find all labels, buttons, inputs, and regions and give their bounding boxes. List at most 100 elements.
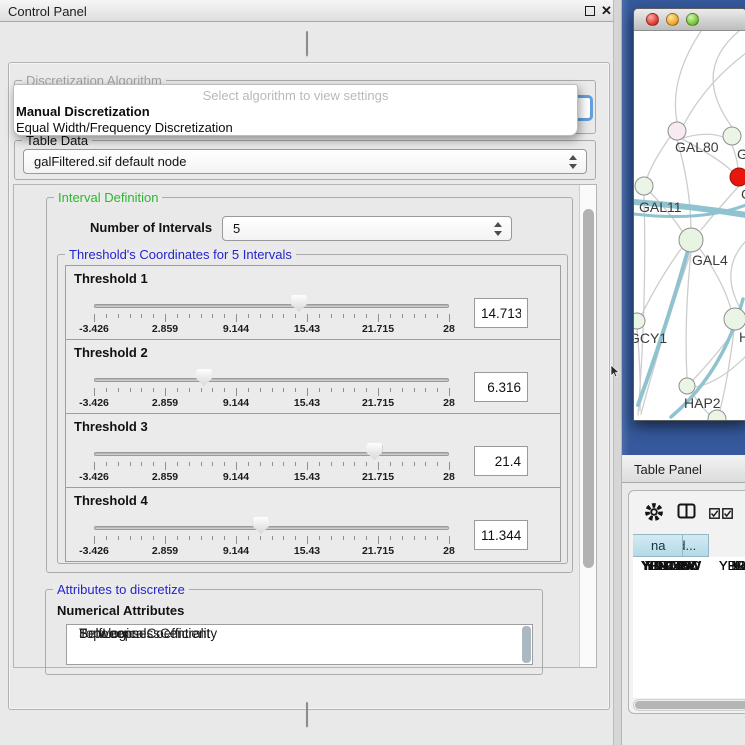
tab-select[interactable]: Select — [307, 32, 308, 47]
tab-network[interactable]: Network — [307, 32, 308, 47]
slider-tick — [201, 388, 202, 392]
slider-tick — [236, 462, 237, 470]
zoom-traffic-light-icon[interactable] — [686, 13, 699, 26]
tab-style[interactable]: Style — [307, 32, 308, 47]
threshold-value-input[interactable] — [474, 446, 528, 476]
slider-tick — [378, 462, 379, 470]
combo-stepper-icon — [569, 154, 578, 170]
horizontal-scrollbar[interactable] — [633, 699, 745, 711]
slider-tick — [212, 536, 213, 540]
threshold-slider[interactable]: -3.4262.8599.14415.4321.71528 — [66, 266, 466, 341]
slider-tick — [402, 536, 403, 540]
slider-tick — [94, 536, 95, 544]
network-node[interactable] — [723, 127, 741, 145]
network-canvas[interactable]: GAL80GACGAL11GAL4GCY1HHAP2 — [634, 31, 745, 420]
network-node[interactable] — [730, 168, 745, 186]
checkbox-icon[interactable] — [709, 508, 720, 519]
list-scrollbar-thumb[interactable] — [522, 626, 531, 663]
network-node[interactable] — [679, 228, 703, 252]
column-header-name[interactable]: na — [633, 534, 683, 557]
horizontal-scrollbar-thumb[interactable] — [635, 701, 745, 709]
table-row[interactable]: YIL052C YIL0 — [633, 557, 745, 574]
tab-cyni-toolbox[interactable]: Cyni Toolbox — [307, 32, 308, 47]
slider-tick — [319, 462, 320, 466]
slider-track[interactable] — [94, 304, 449, 308]
table-data-combobox[interactable]: galFiltered.sif default node — [23, 149, 587, 174]
numerical-attributes-list[interactable]: SelfLoopsTopologicalCoefficientBetweenne… — [66, 624, 533, 665]
slider-tick-label: 9.144 — [223, 545, 249, 557]
tab-discretize-data[interactable]: Discretize Data — [307, 703, 308, 718]
top-tab-row: NetworkStyleSelectCyni ToolboxjActiveMNo… — [0, 31, 613, 57]
slider-tick — [437, 314, 438, 318]
slider-tick — [414, 314, 415, 318]
threshold-value-input[interactable] — [474, 298, 528, 328]
network-node-label: GA — [737, 146, 745, 162]
slider-tick — [212, 314, 213, 318]
close-traffic-light-icon[interactable] — [646, 13, 659, 26]
network-edge — [638, 195, 645, 415]
network-node[interactable] — [708, 410, 726, 420]
threshold-value-input[interactable] — [474, 372, 528, 402]
network-node[interactable] — [724, 308, 745, 330]
algorithm-option-equal-width[interactable]: Equal Width/Frequency Discretization — [16, 120, 233, 135]
slider-tick — [177, 536, 178, 540]
slider-tick — [425, 536, 426, 540]
algorithm-option-manual[interactable]: Manual Discretization — [16, 104, 150, 119]
slider-tick — [354, 388, 355, 392]
slider-tick — [425, 388, 426, 392]
minimize-traffic-light-icon[interactable] — [666, 13, 679, 26]
slider-tick — [94, 388, 95, 396]
network-node[interactable] — [634, 313, 645, 329]
slider-tick-label: -3.426 — [79, 323, 109, 335]
slider-tick — [331, 388, 332, 392]
network-node[interactable] — [679, 378, 695, 394]
slider-tick — [106, 388, 107, 392]
slider-thumb-icon[interactable] — [366, 443, 382, 460]
slider-tick — [165, 388, 166, 396]
slider-tick — [354, 462, 355, 466]
slider-thumb-icon[interactable] — [291, 295, 307, 312]
thresholds-group: Threshold's Coordinates for 5 Intervals … — [57, 254, 568, 564]
table-panel: shared... na YDL19...YDL1YDR27...YDR2YBR… — [628, 490, 745, 714]
checkbox-icon[interactable] — [722, 508, 733, 519]
slider-tick — [189, 536, 190, 540]
slider-tick — [366, 462, 367, 466]
threshold-slider[interactable]: -3.4262.8599.14415.4321.71528 — [66, 488, 466, 563]
network-node[interactable] — [668, 122, 686, 140]
slider-tick-label: 9.144 — [223, 471, 249, 483]
close-icon[interactable]: ✕ — [601, 3, 612, 19]
float-window-icon[interactable] — [585, 6, 595, 16]
network-edge — [686, 252, 691, 378]
table-cell-shared-name[interactable]: YIL052C — [633, 557, 709, 574]
threshold-slider[interactable]: -3.4262.8599.14415.4321.71528 — [66, 340, 466, 415]
network-window-titlebar[interactable] — [634, 9, 745, 31]
vertical-scrollbar-thumb[interactable] — [583, 209, 594, 568]
vertical-scrollbar[interactable] — [579, 185, 596, 667]
slider-tick — [165, 462, 166, 470]
table-cell-name[interactable]: YIL0 — [719, 557, 745, 574]
interval-definition-title: Interval Definition — [54, 190, 162, 205]
slider-tick — [165, 536, 166, 544]
slider-thumb-icon[interactable] — [253, 517, 269, 534]
slider-tick — [283, 314, 284, 318]
threshold-slider[interactable]: -3.4262.8599.14415.4321.71528 — [66, 414, 466, 489]
tab-impute-data[interactable]: Impute Data — [307, 703, 308, 718]
slider-tick — [94, 314, 95, 322]
slider-track[interactable] — [94, 378, 449, 382]
slider-tick — [414, 388, 415, 392]
slider-track[interactable] — [94, 452, 449, 456]
gear-icon[interactable] — [643, 501, 665, 523]
split-columns-icon[interactable] — [677, 502, 696, 521]
number-of-intervals-combobox[interactable]: 5 — [222, 216, 512, 241]
network-edge — [675, 31, 701, 122]
slider-tick — [201, 536, 202, 540]
slider-thumb-icon[interactable] — [196, 369, 212, 386]
tab-infer-network[interactable]: Infer Network — [307, 703, 308, 718]
slider-tick — [283, 536, 284, 540]
threshold-value-input[interactable] — [474, 520, 528, 550]
attribute-list-item[interactable]: BetweennessCentrality — [67, 627, 217, 642]
slider-track[interactable] — [94, 526, 449, 530]
network-node[interactable] — [635, 177, 653, 195]
network-view-window: GAL80GACGAL11GAL4GCY1HHAP2 — [633, 8, 745, 421]
tab-jactivemnodules[interactable]: jActiveMNodules — [307, 32, 308, 47]
